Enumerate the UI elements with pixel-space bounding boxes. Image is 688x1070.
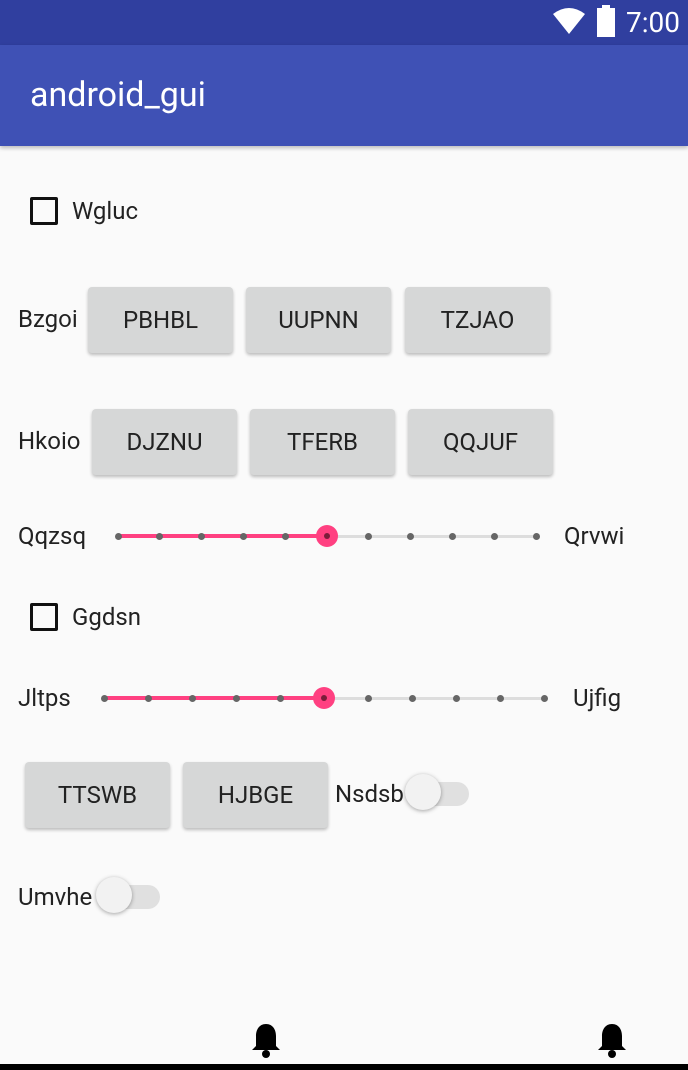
- seekbar[interactable]: [98, 683, 550, 713]
- button-hjbge[interactable]: HJBGE: [183, 762, 328, 828]
- seekbar-tick: [232, 695, 240, 702]
- checkbox-box[interactable]: [30, 603, 58, 631]
- seekbar-tick: [408, 695, 416, 702]
- seekbar-tick: [452, 695, 460, 702]
- switch-label-nsdsb: Nsdsb: [335, 780, 404, 808]
- app-bar: android_gui: [0, 45, 688, 146]
- button-tzjao[interactable]: TZJAO: [405, 287, 550, 353]
- seekbar-tick: [407, 533, 415, 540]
- seekbar-left-label: Jltps: [18, 684, 71, 712]
- checkbox-label: Wgluc: [72, 197, 139, 225]
- seekbar-tick: [276, 695, 284, 702]
- seekbar-tick: [540, 695, 548, 702]
- seekbar-tick: [239, 533, 247, 540]
- nav-bar-line: [0, 1064, 688, 1070]
- navigation-bar: [0, 1020, 688, 1070]
- row-label-hkoio: Hkoio: [18, 427, 81, 455]
- bell-icon[interactable]: [596, 1022, 628, 1062]
- seekbar-progress: [104, 696, 324, 700]
- wifi-icon: [552, 7, 586, 39]
- checkbox-ggdsn[interactable]: Ggdsn: [30, 601, 141, 633]
- seekbar-tick: [100, 695, 108, 702]
- battery-icon: [596, 4, 616, 41]
- seekbar-tick: [490, 533, 498, 540]
- button-qqjuf[interactable]: QQJUF: [408, 409, 553, 475]
- seekbar-right-label: Ujfig: [573, 684, 622, 712]
- seekbar-tick: [144, 695, 152, 702]
- seekbar-tick: [114, 533, 122, 540]
- seekbar-tick: [532, 533, 540, 540]
- checkbox-wgluc[interactable]: Wgluc: [30, 195, 138, 227]
- checkbox-label: Ggdsn: [72, 603, 141, 631]
- seekbar-left-label: Qqzsq: [18, 522, 87, 550]
- seekbar-tick: [448, 533, 456, 540]
- switch-nsdsb[interactable]: [405, 774, 471, 814]
- seekbar-tick: [496, 695, 504, 702]
- seekbar-tick: [364, 695, 372, 702]
- seekbar-tick: [198, 533, 206, 540]
- seekbar-thumb[interactable]: [316, 525, 338, 547]
- app-title: android_gui: [30, 75, 206, 115]
- button-tferb[interactable]: TFERB: [250, 409, 395, 475]
- switch-umvhe[interactable]: [96, 877, 162, 917]
- button-djznu[interactable]: DJZNU: [92, 409, 237, 475]
- checkbox-box[interactable]: [30, 197, 58, 225]
- bell-icon[interactable]: [250, 1022, 282, 1062]
- switch-thumb[interactable]: [405, 774, 441, 810]
- button-pbhbl[interactable]: PBHBL: [88, 287, 233, 353]
- row-label-bzgoi: Bzgoi: [18, 305, 78, 333]
- button-ttswb[interactable]: TTSWB: [25, 762, 170, 828]
- seekbar-tick: [281, 533, 289, 540]
- seekbar-thumb[interactable]: [313, 687, 335, 709]
- switch-thumb[interactable]: [96, 877, 132, 913]
- seekbar-right-label: Qrvwi: [564, 522, 625, 550]
- button-uupnn[interactable]: UUPNN: [246, 287, 391, 353]
- status-bar: 7:00: [0, 0, 688, 45]
- switch-label-umvhe: Umvhe: [18, 883, 93, 911]
- seekbar-tick: [188, 695, 196, 702]
- seekbar-tick: [156, 533, 164, 540]
- seekbar-progress: [118, 534, 327, 538]
- seekbar-tick: [365, 533, 373, 540]
- status-time: 7:00: [626, 6, 680, 39]
- seekbar[interactable]: [112, 521, 542, 551]
